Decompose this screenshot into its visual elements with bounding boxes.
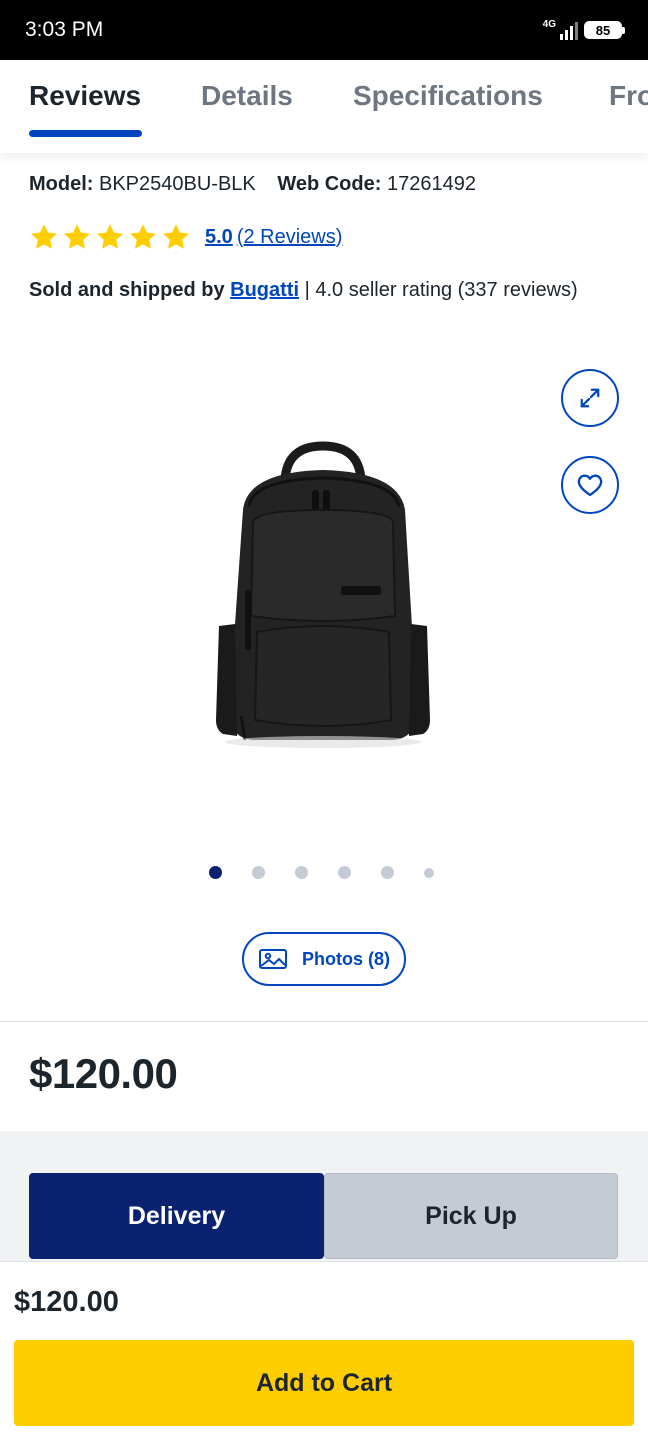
status-icons: 4G 85 (543, 20, 625, 40)
carousel-dot-4[interactable] (338, 866, 351, 879)
photos-button[interactable]: Photos (8) (242, 932, 406, 986)
web-code-label: Web Code: (277, 173, 382, 195)
status-time: 3:03 PM (25, 18, 104, 41)
delivery-option-button[interactable]: Delivery (29, 1173, 324, 1259)
product-price: $120.00 (29, 1050, 178, 1097)
status-bar: 3:03 PM 4G 85 (0, 0, 648, 60)
seller-link[interactable]: Bugatti (230, 279, 299, 301)
star-icon (64, 224, 90, 249)
photos-label: Photos (8) (302, 948, 390, 969)
rating-summary[interactable]: 5.0 (2 Reviews) (29, 222, 342, 252)
pickup-option-button[interactable]: Pick Up (324, 1173, 618, 1259)
signal-icon: 4G (543, 20, 578, 40)
seller-info: Sold and shipped by Bugatti | 4.0 seller… (29, 272, 589, 308)
battery-icon: 85 (584, 21, 625, 39)
expand-icon (580, 388, 600, 408)
star-icon (130, 224, 156, 249)
star-icon (97, 224, 123, 249)
carousel-dot-1[interactable] (209, 866, 222, 879)
carousel-indicator (209, 866, 434, 879)
section-divider (0, 1021, 648, 1022)
product-tabs: Reviews Details Specifications Fro (0, 60, 648, 153)
carousel-dot-2[interactable] (252, 866, 265, 879)
tab-frequently-bought[interactable]: Fro (609, 80, 648, 112)
backpack-image (216, 441, 430, 748)
sold-by-label: Sold and shipped by (29, 279, 225, 301)
rating-score-link[interactable]: 5.0 (205, 226, 233, 249)
web-code-value: 17261492 (386, 173, 476, 195)
active-tab-indicator (29, 130, 142, 137)
model-label: Model: (29, 173, 94, 195)
model-info: Model: BKP2540BU-BLK Web Code: 17261492 (29, 173, 476, 196)
tab-specifications[interactable]: Specifications (353, 80, 543, 112)
add-to-cart-button[interactable]: Add to Cart (14, 1340, 634, 1426)
footer-price: $120.00 (14, 1286, 119, 1318)
star-rating (29, 222, 191, 252)
carousel-dot-5[interactable] (381, 866, 394, 879)
wishlist-button[interactable] (561, 456, 619, 514)
star-icon (163, 224, 189, 249)
star-icon (31, 224, 57, 249)
image-gallery-icon (259, 949, 287, 969)
sticky-footer: $120.00 Add to Cart (0, 1261, 648, 1440)
tab-reviews[interactable]: Reviews (29, 80, 141, 112)
carousel-dot-3[interactable] (295, 866, 308, 879)
review-count-link[interactable]: (2 Reviews) (237, 226, 343, 249)
carousel-dot-6[interactable] (424, 867, 434, 878)
tab-details[interactable]: Details (201, 80, 293, 112)
model-value: BKP2540BU-BLK (99, 173, 256, 195)
heart-icon (577, 474, 603, 497)
product-image[interactable] (205, 440, 440, 750)
expand-image-button[interactable] (561, 369, 619, 427)
seller-rating: | 4.0 seller rating (337 reviews) (304, 279, 578, 301)
battery-level: 85 (595, 22, 611, 38)
